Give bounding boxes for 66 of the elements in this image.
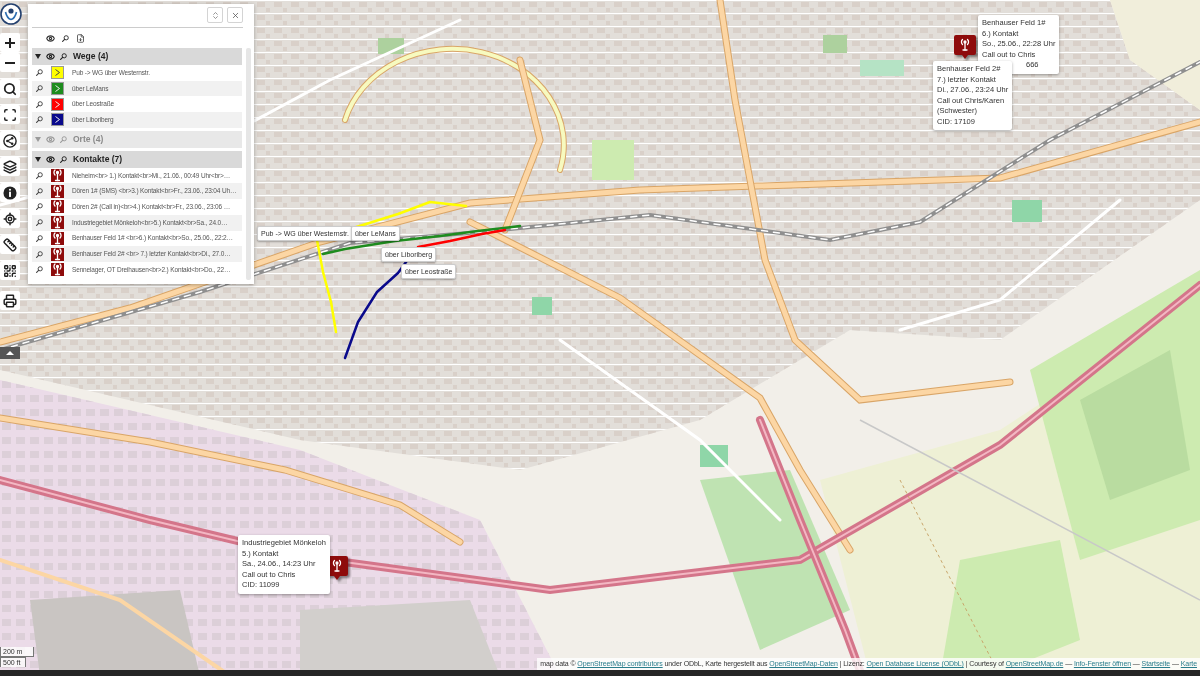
fullscreen-icon [3, 107, 17, 122]
scrollbar[interactable] [246, 48, 251, 280]
ruler-icon [3, 237, 17, 252]
minus-icon [5, 61, 15, 64]
group-title: Orte (4) [73, 132, 104, 146]
search-icon[interactable] [36, 266, 43, 274]
antenna-icon [51, 216, 64, 230]
layers-button[interactable] [0, 157, 20, 176]
triangle-up-icon [6, 351, 14, 355]
zoom-in-button[interactable] [0, 33, 20, 52]
park-area [1012, 200, 1042, 222]
layer-group-header[interactable]: Kontakte (7) [32, 150, 242, 168]
search-icon[interactable] [60, 53, 67, 60]
info-button[interactable] [0, 183, 20, 202]
search-icon[interactable] [36, 172, 43, 180]
eye-icon[interactable] [46, 52, 55, 61]
file-export-icon[interactable] [76, 33, 85, 43]
antenna-icon [51, 169, 64, 183]
print-button[interactable] [0, 291, 20, 310]
layers-icon [3, 159, 17, 174]
printer-icon [3, 293, 17, 308]
search-icon[interactable] [60, 155, 67, 163]
antenna-icon [51, 247, 64, 261]
antenna-icon [51, 200, 64, 214]
search-icon[interactable] [36, 116, 43, 124]
measure-button[interactable] [0, 235, 20, 254]
collapse-toolbar-button[interactable] [0, 347, 20, 359]
search-button[interactable] [0, 79, 20, 98]
qr-code-icon [3, 263, 17, 278]
search-icon[interactable] [36, 100, 43, 108]
search-icon[interactable] [36, 85, 43, 93]
search-icon[interactable] [36, 69, 43, 77]
search-icon[interactable] [36, 219, 43, 227]
antenna-icon [51, 184, 64, 198]
plus-icon [5, 37, 15, 48]
caret-icon[interactable] [35, 54, 41, 59]
search-icon [3, 81, 17, 96]
zoom-out-button[interactable] [0, 53, 20, 72]
antenna-marker-icon[interactable] [954, 35, 976, 59]
search-icon[interactable] [36, 234, 43, 242]
chevrons-up-down-icon [210, 10, 220, 20]
share-icon [3, 133, 17, 148]
park-area [823, 35, 847, 53]
search-icon[interactable] [62, 34, 69, 42]
park-area [860, 60, 904, 76]
crosshair-icon [3, 211, 17, 226]
caret-icon[interactable] [35, 156, 41, 162]
fullscreen-button[interactable] [0, 105, 20, 124]
eye-icon[interactable] [46, 154, 55, 164]
park-area [532, 297, 552, 315]
group-title: Kontakte (7) [73, 152, 123, 166]
eye-icon[interactable] [46, 33, 55, 43]
share-button[interactable] [0, 131, 20, 150]
group-title: Wege (4) [73, 50, 109, 63]
close-icon [230, 10, 240, 20]
search-icon[interactable] [36, 187, 43, 195]
search-icon[interactable] [36, 203, 43, 211]
antenna-icon [51, 263, 64, 277]
park-area [592, 140, 634, 180]
qr-code-button[interactable] [0, 261, 20, 280]
info-icon [3, 185, 17, 200]
antenna-icon [51, 231, 64, 245]
close-button[interactable] [227, 7, 243, 23]
locate-button[interactable] [0, 209, 20, 228]
layer-group-header[interactable]: Wege (4) [32, 48, 242, 65]
search-icon[interactable] [36, 250, 43, 258]
